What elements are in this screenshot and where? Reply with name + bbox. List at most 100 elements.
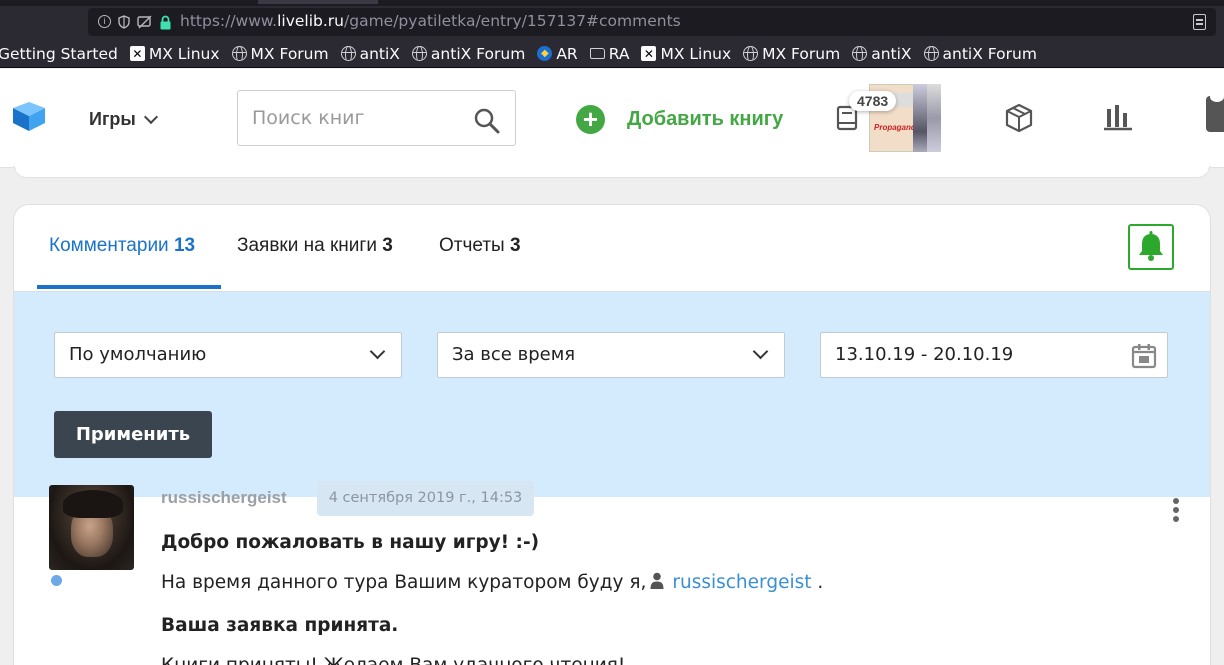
address-bar[interactable]: i https://www.livelib.ru/game/pyatiletka… <box>88 8 1216 36</box>
search-box <box>237 90 516 146</box>
bookmark-mx-linux[interactable]: ✕ MX Linux <box>129 44 220 63</box>
box-icon[interactable] <box>1005 103 1033 138</box>
comment-date: 4 сентября 2019 г., 14:53 <box>317 481 534 516</box>
games-menu[interactable]: Игры <box>89 109 158 130</box>
add-book-label: Добавить книгу <box>627 108 784 130</box>
bell-icon <box>1139 231 1163 261</box>
folder-icon <box>589 48 605 59</box>
chevron-down-icon <box>369 343 386 360</box>
tab-strip <box>0 0 1224 6</box>
bookmark-ar[interactable]: ◆ AR <box>537 44 578 63</box>
bookmark-mx-forum-2[interactable]: MX Forum <box>743 45 840 63</box>
period-select-value: За все время <box>452 344 576 365</box>
filter-panel: По умолчанию За все время 13.10.19 - 20.… <box>14 291 1210 497</box>
period-select[interactable]: За все время <box>437 332 785 378</box>
bookmark-antix[interactable]: antiX <box>340 44 400 63</box>
tab-label: Отчеты <box>439 235 505 256</box>
browser-toolbar: i https://www.livelib.ru/game/pyatiletka… <box>0 0 1224 40</box>
bookmark-antix-2[interactable]: antiX <box>852 44 912 63</box>
tab-reports[interactable]: Отчеты 3 <box>439 235 521 257</box>
lock-icon[interactable] <box>158 15 172 30</box>
tab-label: Заявки на книги <box>237 235 377 256</box>
permissions-icon[interactable] <box>137 15 152 29</box>
globe-icon <box>231 46 247 61</box>
tab-comments[interactable]: Комментарии 13 <box>49 235 195 257</box>
bookmark-label: RA <box>608 44 630 63</box>
bookmark-label: antiX Forum <box>942 44 1037 63</box>
add-book-button[interactable]: + Добавить книгу <box>576 105 783 134</box>
tab-label: Комментарии <box>49 235 169 256</box>
date-range-value: 13.10.19 - 20.10.19 <box>835 344 1014 365</box>
plus-icon: + <box>576 105 605 134</box>
bookmark-mx-forum[interactable]: MX Forum <box>231 44 329 63</box>
bookmark-label: MX Forum <box>250 44 329 63</box>
date-range-field[interactable]: 13.10.19 - 20.10.19 <box>820 332 1168 378</box>
site-header: Игры +Добавить книгу Propaganda 4783 <box>0 69 1224 168</box>
tab-count: 3 <box>509 235 521 256</box>
bookmark-ra[interactable]: RA <box>589 44 630 63</box>
stats-icon[interactable] <box>1103 103 1133 138</box>
calendar-icon[interactable] <box>1130 342 1158 375</box>
bookmark-label: antiX <box>871 44 912 63</box>
search-icon[interactable] <box>474 108 500 139</box>
active-tab[interactable] <box>258 0 378 4</box>
chevron-down-icon <box>143 109 158 124</box>
bookmark-label: Getting Started <box>0 44 118 63</box>
reader-view-icon[interactable] <box>1193 14 1206 30</box>
subscribe-button[interactable] <box>1128 224 1174 270</box>
bookmark-antix-forum[interactable]: antiX Forum <box>411 44 526 63</box>
previous-card-edge <box>14 166 1210 178</box>
curator-text: На время данного тура Вашим куратором бу… <box>161 572 647 593</box>
globe-icon <box>852 46 868 61</box>
tab-book-requests[interactable]: Заявки на книги 3 <box>237 235 393 257</box>
tab-count: 3 <box>382 235 393 256</box>
apply-button[interactable]: Применить <box>54 411 212 458</box>
tabs-bar: Комментарии 13 Заявки на книги 3 Отчеты … <box>14 205 1210 291</box>
comments-card: Комментарии 13 Заявки на книги 3 Отчеты … <box>13 204 1211 665</box>
url-prefix: https://www. <box>180 12 278 30</box>
bookmarks-toolbar: Getting Started ✕ MX Linux MX Forum antiX… <box>0 40 1224 68</box>
comment-curator-line: На время данного тура Вашим куратором бу… <box>161 572 823 594</box>
globe-icon <box>411 46 427 61</box>
comment-accepted: Ваша заявка принята. <box>161 615 399 636</box>
bookmark-label: antiX <box>359 44 400 63</box>
url-path: /game/pyatiletka/entry/157137#comments <box>344 12 681 30</box>
bookmark-mx-linux-2[interactable]: ✕ MX Linux <box>641 45 731 63</box>
comment-welcome: Добро пожаловать в нашу игру! :-) <box>161 532 540 553</box>
url-host: livelib.ru <box>277 12 345 30</box>
search-input[interactable] <box>252 104 462 132</box>
chevron-down-icon <box>752 343 769 360</box>
games-menu-label: Игры <box>89 109 136 129</box>
shield-icon[interactable] <box>117 15 131 29</box>
globe-icon <box>923 46 939 61</box>
bookmark-label: MX Linux <box>660 44 732 63</box>
tab-count: 13 <box>173 235 196 256</box>
sort-select[interactable]: По умолчанию <box>54 332 402 378</box>
x-logo-icon: ✕ <box>641 46 657 61</box>
url-text[interactable]: https://www.livelib.ru/game/pyatiletka/e… <box>180 12 681 30</box>
x-logo-icon: ✕ <box>129 46 145 61</box>
livelib-logo[interactable] <box>12 102 46 137</box>
sort-select-value: По умолчанию <box>69 344 207 365</box>
more-options-icon[interactable] <box>1169 498 1183 524</box>
bookmark-antix-forum-2[interactable]: antiX Forum <box>923 44 1037 63</box>
book-count-badge: 4783 <box>849 91 897 111</box>
comment-next-line: Книги приняты! Желаем Вам удачного чтени… <box>161 655 625 665</box>
online-indicator <box>51 575 62 586</box>
bird-icon: ◆ <box>537 46 553 61</box>
info-icon[interactable]: i <box>98 15 111 28</box>
profile-icon[interactable] <box>1206 92 1224 132</box>
avatar[interactable] <box>49 485 134 570</box>
active-tab-indicator <box>37 285 221 289</box>
bookmark-label: MX Linux <box>148 44 220 63</box>
bookmark-label: AR <box>556 44 578 63</box>
bookmark-label: antiX Forum <box>430 44 526 63</box>
curator-link[interactable]: russischergeist <box>672 572 811 593</box>
bookmark-getting-started[interactable]: Getting Started <box>0 45 118 63</box>
curator-end: . <box>817 572 824 593</box>
user-icon <box>650 572 664 594</box>
globe-icon <box>340 46 356 61</box>
globe-icon <box>743 46 759 61</box>
comment-author[interactable]: russischergeist <box>161 488 287 508</box>
book-cover <box>927 84 941 152</box>
